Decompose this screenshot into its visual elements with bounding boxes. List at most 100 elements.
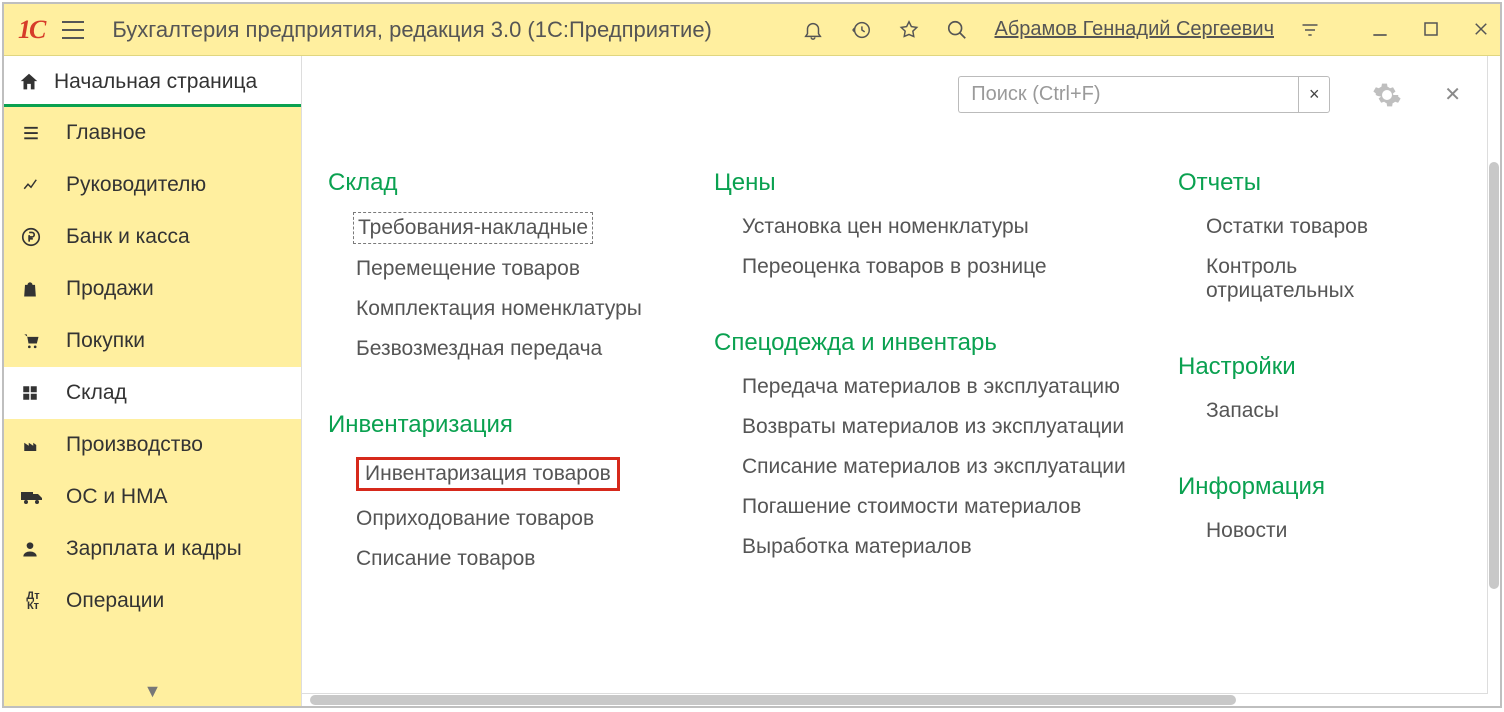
column-1: Склад Требования-накладные Перемещение т… [328,163,698,621]
ruble-icon [20,226,46,248]
list-icon [20,124,46,142]
vertical-scrollbar[interactable] [1488,64,1500,674]
cart-icon [20,331,46,351]
link-bezvozmezdnaya[interactable]: Безвозмездная передача [356,337,602,361]
section-invent-links: Инвентаризация товаров Оприходование тов… [328,457,698,587]
sidebar-item-label: Банк и касса [66,225,190,249]
section-reports-title: Отчеты [1178,169,1448,197]
sidebar-item-hr[interactable]: Зарплата и кадры [4,523,301,575]
section-invent-title: Инвентаризация [328,411,698,439]
link-kontrol-otric[interactable]: Контроль отрицательных [1206,255,1448,303]
link-peredacha-materialov[interactable]: Передача материалов в эксплуатацию [742,375,1120,399]
logo-1c: 1C [18,15,44,45]
sidebar-item-warehouse[interactable]: Склад [4,367,301,419]
link-novosti[interactable]: Новости [1206,519,1287,543]
sidebar-list: Главное Руководителю Банк и касса [4,107,301,706]
link-vozvraty-materialov[interactable]: Возвраты материалов из эксплуатации [742,415,1124,439]
maximize-button[interactable] [1422,20,1440,40]
user-link[interactable]: Абрамов Геннадий Сергеевич [994,18,1274,41]
link-inventarizatsiya-tovarov[interactable]: Инвентаризация товаров [356,457,620,491]
sidebar-item-label: Склад [66,381,127,405]
filter-icon[interactable] [1300,20,1320,40]
link-spisanie-materialov[interactable]: Списание материалов из эксплуатации [742,455,1126,479]
sidebar-item-label: Продажи [66,277,154,301]
search-group: × [958,76,1330,113]
panel-close-icon[interactable]: ✕ [1444,82,1461,107]
column-2: Цены Установка цен номенклатуры Переоцен… [714,163,1162,621]
dtkt-icon: ДтКт [20,591,46,611]
link-pogashenie[interactable]: Погашение стоимости материалов [742,495,1081,519]
window-controls [1370,20,1490,40]
sidebar-item-label: Производство [66,433,203,457]
gear-icon[interactable] [1372,80,1402,110]
sidebar-item-label: Руководителю [66,173,206,197]
bell-icon[interactable] [802,19,824,41]
content: × ✕ Склад Требования-накладные Перемещен… [302,56,1500,706]
bag-icon [20,278,46,300]
section-info-title: Информация [1178,473,1448,501]
tab-home[interactable]: Начальная страница [4,56,301,107]
minimize-button[interactable] [1370,20,1390,40]
sidebar-item-manager[interactable]: Руководителю [4,159,301,211]
sidebar-item-label: ОС и НМА [66,485,168,509]
truck-icon [20,488,46,506]
sidebar-item-label: Главное [66,121,146,145]
menu-icon[interactable] [62,21,84,39]
search-input[interactable] [958,76,1298,113]
section-settings-title: Настройки [1178,353,1448,381]
section-info-links: Новости [1178,519,1448,559]
vertical-scroll-thumb[interactable] [1489,162,1499,589]
section-spets-links: Передача материалов в эксплуатацию Возвр… [714,375,1162,575]
sidebar-item-purchases[interactable]: Покупки [4,315,301,367]
section-reports-links: Остатки товаров Контроль отрицательных [1178,215,1448,319]
sections-grid: Склад Требования-накладные Перемещение т… [328,163,1461,621]
factory-icon [20,436,46,454]
horizontal-scrollbar[interactable] [310,694,1468,706]
sidebar-item-production[interactable]: Производство [4,419,301,471]
search-icon[interactable] [946,19,968,41]
link-spisanie-tovarov[interactable]: Списание товаров [356,547,535,571]
sidebar-item-operations[interactable]: ДтКт Операции [4,575,301,627]
link-ustanovka-tsen[interactable]: Установка цен номенклатуры [742,215,1029,239]
history-icon[interactable] [850,19,872,41]
content-toolbar: × ✕ [328,76,1461,113]
app-title: Бухгалтерия предприятия, редакция 3.0 (1… [112,17,802,43]
body: Начальная страница Главное Руководителю [4,56,1500,706]
expand-sidebar-icon[interactable]: ▼ [144,681,162,702]
search-clear-button[interactable]: × [1298,76,1330,113]
link-oprihodovanie[interactable]: Оприходование товаров [356,507,594,531]
titlebar: 1C Бухгалтерия предприятия, редакция 3.0… [4,4,1500,56]
section-prices-links: Установка цен номенклатуры Переоценка то… [714,215,1162,295]
star-icon[interactable] [898,19,920,41]
link-vyrabotka[interactable]: Выработка материалов [742,535,972,559]
link-komplektatsiya[interactable]: Комплектация номенклатуры [356,297,642,321]
horizontal-scroll-thumb[interactable] [310,695,1236,705]
home-icon [18,71,40,93]
section-sklad-title: Склад [328,169,698,197]
person-icon [20,538,46,560]
sidebar-item-label: Операции [66,589,164,613]
sidebar-item-assets[interactable]: ОС и НМА [4,471,301,523]
link-peremeshenie[interactable]: Перемещение товаров [356,257,580,281]
sidebar-item-main[interactable]: Главное [4,107,301,159]
link-zapasy[interactable]: Запасы [1206,399,1279,423]
tab-home-label: Начальная страница [54,70,257,94]
link-pereotsenka[interactable]: Переоценка товаров в рознице [742,255,1047,279]
link-ostatki[interactable]: Остатки товаров [1206,215,1368,239]
sidebar-item-label: Покупки [66,329,145,353]
app-window: 1C Бухгалтерия предприятия, редакция 3.0… [2,2,1502,708]
titlebar-actions: Абрамов Геннадий Сергеевич [802,18,1490,41]
chart-line-icon [20,176,46,194]
sidebar-item-bank[interactable]: Банк и касса [4,211,301,263]
column-3: Отчеты Остатки товаров Контроль отрицате… [1178,163,1448,621]
section-prices-title: Цены [714,169,1162,197]
section-settings-links: Запасы [1178,399,1448,439]
sidebar-item-sales[interactable]: Продажи [4,263,301,315]
grid-icon [20,384,46,402]
content-panel: × ✕ Склад Требования-накладные Перемещен… [302,56,1488,694]
section-spets-title: Спецодежда и инвентарь [714,329,1162,357]
sidebar: Начальная страница Главное Руководителю [4,56,302,706]
sidebar-item-label: Зарплата и кадры [66,537,242,561]
close-button[interactable] [1472,20,1490,40]
link-trebovaniya[interactable]: Требования-накладные [356,215,590,241]
